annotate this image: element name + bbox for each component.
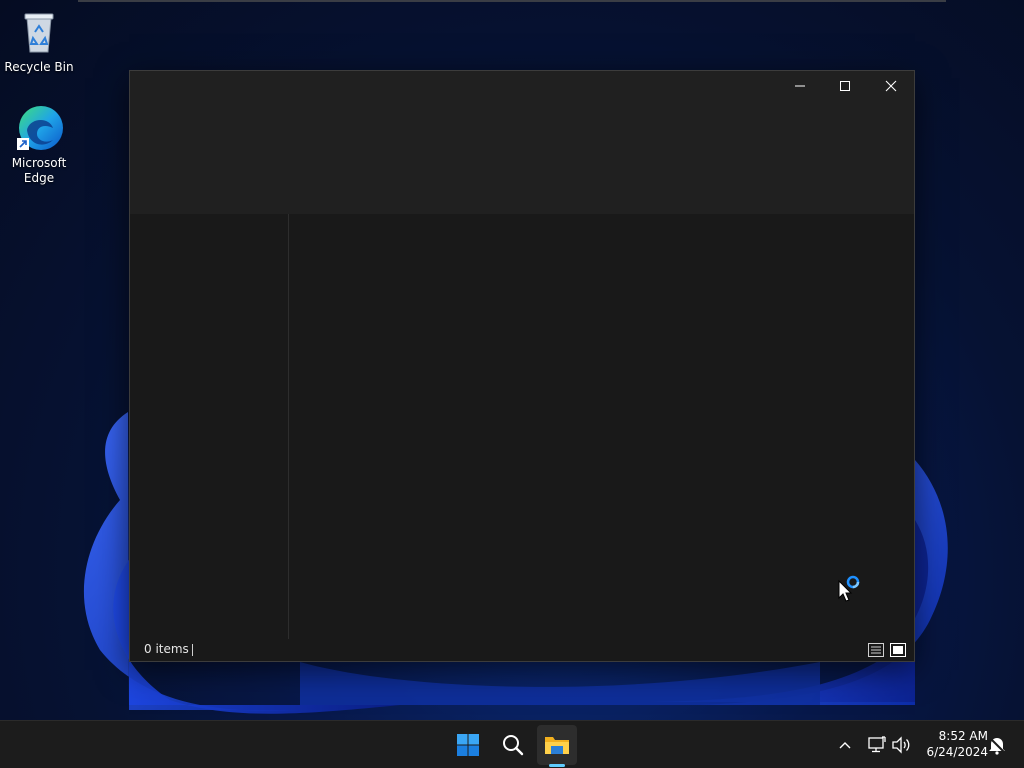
desktop-icon-recycle-bin[interactable]: Recycle Bin [1, 8, 77, 75]
clock-time: 8:52 AM [938, 729, 988, 743]
network-button[interactable] [865, 733, 889, 757]
close-icon [885, 80, 897, 92]
close-button[interactable] [868, 71, 914, 101]
start-button[interactable] [448, 725, 488, 765]
maximize-icon [840, 81, 850, 91]
title-bar[interactable] [130, 71, 914, 214]
windows-start-icon [457, 734, 479, 756]
search-icon [503, 735, 524, 756]
clock-date: 6/24/2024 [926, 745, 988, 759]
details-view-button[interactable] [867, 641, 885, 659]
minimize-icon [795, 85, 805, 87]
desktop-icon-label: Microsoft Edge [11, 156, 67, 185]
status-bar: 0 items [130, 639, 914, 661]
notification-bell-icon [989, 737, 1005, 755]
system-clock[interactable]: 8:52 AM 6/24/2024 [918, 728, 988, 760]
active-app-indicator [549, 764, 565, 767]
notifications-button[interactable] [985, 733, 1009, 757]
desktop-icon-microsoft-edge[interactable]: Microsoft Edge [1, 104, 77, 186]
taskbar: 8:52 AM 6/24/2024 [0, 720, 1024, 768]
busy-cursor-icon [838, 575, 860, 602]
search-button[interactable] [493, 725, 533, 765]
edge-icon [15, 104, 63, 152]
network-icon [868, 736, 886, 753]
navigation-pane[interactable] [130, 214, 288, 637]
tiles-view-icon [890, 643, 906, 657]
chevron-up-icon [839, 742, 851, 749]
content-pane[interactable] [289, 214, 914, 639]
volume-icon [892, 736, 910, 754]
show-hidden-icons-button[interactable] [833, 733, 857, 757]
recycle-bin-icon [15, 8, 63, 56]
desktop: Recycle Bin Microsoft Edge 0 items 8:52 … [0, 0, 1024, 768]
status-separator [192, 644, 193, 656]
item-count: 0 items [144, 642, 189, 656]
details-view-icon [868, 643, 884, 657]
maximize-button[interactable] [822, 71, 868, 101]
background-window-edge [78, 0, 946, 2]
minimize-button[interactable] [777, 71, 823, 101]
volume-button[interactable] [889, 733, 913, 757]
large-icons-view-button[interactable] [889, 641, 907, 659]
folder-icon [545, 737, 569, 754]
file-explorer-window: 0 items [129, 70, 915, 662]
desktop-icon-label: Recycle Bin [4, 60, 74, 74]
file-explorer-taskbar-button[interactable] [537, 725, 577, 765]
